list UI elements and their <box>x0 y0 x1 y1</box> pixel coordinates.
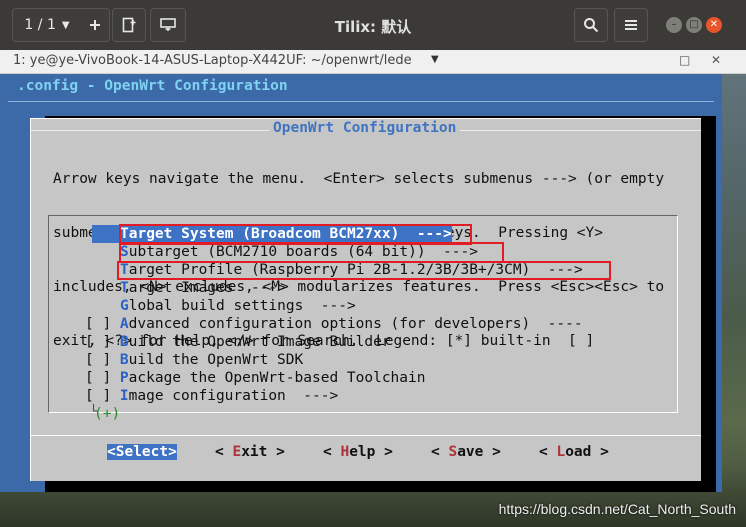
item-label: mage configuration ---> <box>128 388 339 404</box>
item-label: ackage the OpenWrt-based Toolchain <box>128 370 426 386</box>
checkbox[interactable]: [ ] <box>85 352 120 368</box>
cursor-bar <box>92 225 120 243</box>
menu-list: Target System (Broadcom BCM27xx) ---> Su… <box>48 215 678 422</box>
menu-item-image-builder[interactable]: [ ] Build the OpenWrt Image Builder <box>85 333 391 351</box>
search-button[interactable] <box>574 8 608 42</box>
close-icon: ✕ <box>709 19 719 30</box>
session-title[interactable]: 1: ye@ye-VivoBook-14-ASUS-Laptop-X442UF:… <box>13 53 412 68</box>
terminal-view[interactable]: .config - OpenWrt Configuration OpenWrt … <box>0 74 722 492</box>
hotkey: B <box>119 352 129 368</box>
more-indicator: (+) <box>94 406 121 422</box>
menu-item-toolchain[interactable]: [ ] Package the OpenWrt-based Toolchain <box>85 369 425 387</box>
annotation-box-subtarget <box>119 242 504 263</box>
header-rule <box>8 101 714 102</box>
hotkey: P <box>119 370 129 386</box>
menu-item-image-configuration[interactable]: [ ] Image configuration ---> <box>85 387 338 405</box>
item-label: lobal build settings ---> <box>128 298 356 314</box>
window-titlebar: 1 / 1 ▼ Tilix: 默认 – □ ✕ <box>0 0 746 50</box>
item-label: arget Images ---> <box>128 280 286 296</box>
menu-item-sdk[interactable]: [ ] Build the OpenWrt SDK <box>85 351 303 369</box>
watermark: https://blog.csdn.net/Cat_North_South <box>498 501 736 517</box>
hotkey: B <box>119 334 129 350</box>
minimize-button[interactable]: – <box>666 17 682 33</box>
search-icon <box>584 18 599 33</box>
help-button[interactable]: < Help > <box>323 444 393 460</box>
save-button[interactable]: < Save > <box>431 444 501 460</box>
minimize-icon: – <box>671 19 677 30</box>
menu-item-target-images[interactable]: Target Images ---> <box>120 279 286 297</box>
maximize-icon: □ <box>689 19 699 30</box>
menu-item-global-build-settings[interactable]: Global build settings ---> <box>120 297 356 315</box>
item-label: uild the OpenWrt Image Builder <box>128 334 391 350</box>
close-terminal-icon[interactable]: ✕ <box>711 53 721 67</box>
button-row: <Select> < Exit > < Help > < Save > < Lo… <box>31 435 701 460</box>
session-dropdown-icon[interactable]: ▼ <box>431 54 439 65</box>
checkbox[interactable]: [ ] <box>85 316 120 332</box>
menu-item-advanced-options[interactable]: [ ] Advanced configuration options (for … <box>85 315 583 333</box>
close-button[interactable]: ✕ <box>706 17 722 33</box>
checkbox[interactable]: [ ] <box>85 334 120 350</box>
hotkey: A <box>119 316 129 332</box>
hamburger-icon <box>625 20 637 30</box>
item-label: uild the OpenWrt SDK <box>128 352 304 368</box>
select-button[interactable]: <Select> <box>107 444 177 460</box>
app-menu-button[interactable] <box>614 8 648 42</box>
maximize-terminal-icon[interactable]: □ <box>679 53 690 67</box>
exit-button[interactable]: < Exit > <box>215 444 285 460</box>
load-button[interactable]: < Load > <box>539 444 609 460</box>
checkbox[interactable]: [ ] <box>85 370 120 386</box>
menuconfig-header: .config - OpenWrt Configuration <box>17 78 288 94</box>
session-header: 1: ye@ye-VivoBook-14-ASUS-Laptop-X442UF:… <box>0 50 746 74</box>
annotation-box-target-profile <box>117 261 611 280</box>
checkbox[interactable]: [ ] <box>85 388 120 404</box>
config-dialog: OpenWrt Configuration Arrow keys navigat… <box>30 118 701 481</box>
maximize-button[interactable]: □ <box>686 17 702 33</box>
hotkey: I <box>119 388 129 404</box>
item-label: dvanced configuration options (for devel… <box>128 316 583 332</box>
hotkey: G <box>120 298 129 314</box>
help-line: Arrow keys navigate the menu. <Enter> se… <box>53 171 665 187</box>
hotkey: T <box>120 280 129 296</box>
